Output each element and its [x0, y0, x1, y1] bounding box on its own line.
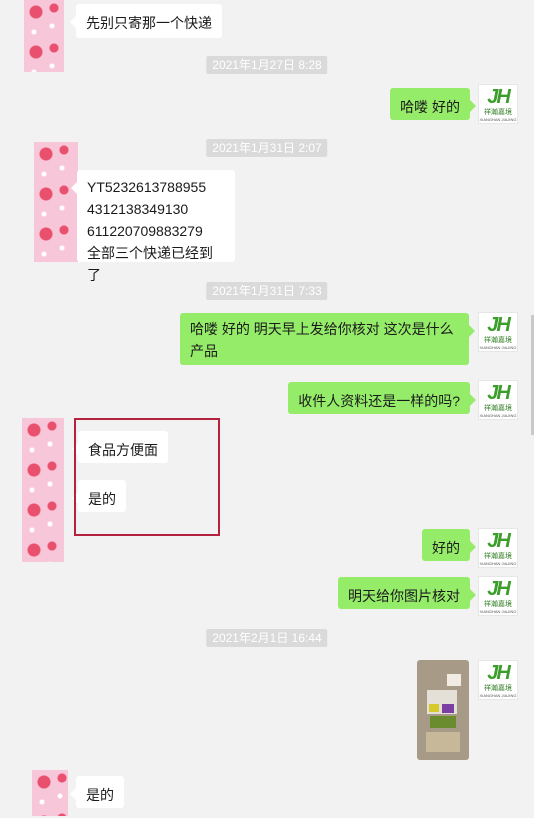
my-avatar[interactable]: JH 祥瀚嘉境 XIANGHAN JIAJING [478, 380, 518, 420]
contact-avatar[interactable] [24, 0, 64, 72]
message-received[interactable]: YT5232613788955 4312138349130 6112207098… [71, 170, 235, 283]
my-avatar[interactable]: JH 祥瀚嘉境 XIANGHAN JIAJING [478, 312, 518, 352]
message-text: 明天给你图片核对 [348, 588, 460, 604]
message-text: 收件人资料还是一样的吗? [298, 393, 460, 409]
contact-avatar[interactable] [22, 418, 64, 562]
message-text: 哈喽 好的 明天早上发给你核对 这次是什么产品 [190, 321, 454, 359]
logo-text: 祥瀚嘉境 [484, 336, 512, 344]
logo-sub: XIANGHAN JIAJING [479, 560, 517, 566]
message-sent[interactable]: 哈喽 好的 [390, 88, 476, 120]
message-received[interactable]: 先别只寄那一个快递 [70, 4, 222, 38]
my-avatar[interactable]: JH 祥瀚嘉境 XIANGHAN JIAJING [478, 528, 518, 568]
contact-avatar[interactable] [34, 142, 78, 262]
message-text: 先别只寄那一个快递 [86, 15, 212, 31]
logo-sub: XIANGHAN JIAJING [479, 412, 517, 418]
my-avatar[interactable]: JH 祥瀚嘉境 XIANGHAN JIAJING [478, 660, 518, 700]
logo-mark: JH [487, 381, 511, 404]
message-sent[interactable]: 好的 [422, 529, 476, 561]
message-text: 全部三个快递已经到了 [87, 245, 213, 283]
timestamp: 2021年2月1日 16:44 [206, 629, 328, 647]
logo-sub: XIANGHAN JIAJING [479, 116, 517, 122]
logo-text: 祥瀚嘉境 [484, 552, 512, 560]
logo-mark: JH [487, 529, 511, 552]
message-received[interactable]: 是的 [70, 776, 124, 808]
tracking-number[interactable]: YT5232613788955 [87, 176, 225, 198]
logo-mark: JH [487, 661, 511, 684]
logo-mark: JH [487, 313, 511, 336]
message-text: 是的 [86, 787, 114, 803]
my-avatar[interactable]: JH 祥瀚嘉境 XIANGHAN JIAJING [478, 576, 518, 616]
timestamp: 2021年1月27日 8:28 [206, 56, 328, 74]
logo-sub: XIANGHAN JIAJING [479, 692, 517, 698]
logo-mark: JH [487, 577, 511, 600]
logo-text: 祥瀚嘉境 [484, 404, 512, 412]
timestamp: 2021年1月31日 2:07 [206, 139, 328, 157]
tracking-number[interactable]: 4312138349130 [87, 198, 225, 220]
logo-mark: JH [487, 85, 511, 108]
photo-message[interactable] [417, 660, 469, 760]
logo-text: 祥瀚嘉境 [484, 600, 512, 608]
message-sent[interactable]: 明天给你图片核对 [338, 577, 476, 609]
timestamp: 2021年1月31日 7:33 [206, 282, 328, 300]
logo-sub: XIANGHAN JIAJING [479, 344, 517, 350]
message-sent[interactable]: 收件人资料还是一样的吗? [288, 382, 476, 414]
logo-text: 祥瀚嘉境 [484, 108, 512, 116]
contact-avatar[interactable] [32, 770, 68, 816]
message-sent[interactable]: 哈喽 好的 明天早上发给你核对 这次是什么产品 [180, 313, 475, 365]
logo-text: 祥瀚嘉境 [484, 684, 512, 692]
logo-sub: XIANGHAN JIAJING [479, 608, 517, 614]
tracking-number[interactable]: 611220709883279 [87, 220, 225, 242]
message-text: 好的 [432, 540, 460, 556]
my-avatar[interactable]: JH 祥瀚嘉境 XIANGHAN JIAJING [478, 84, 518, 124]
message-text: 哈喽 好的 [400, 99, 460, 115]
highlight-annotation-box [74, 418, 220, 536]
